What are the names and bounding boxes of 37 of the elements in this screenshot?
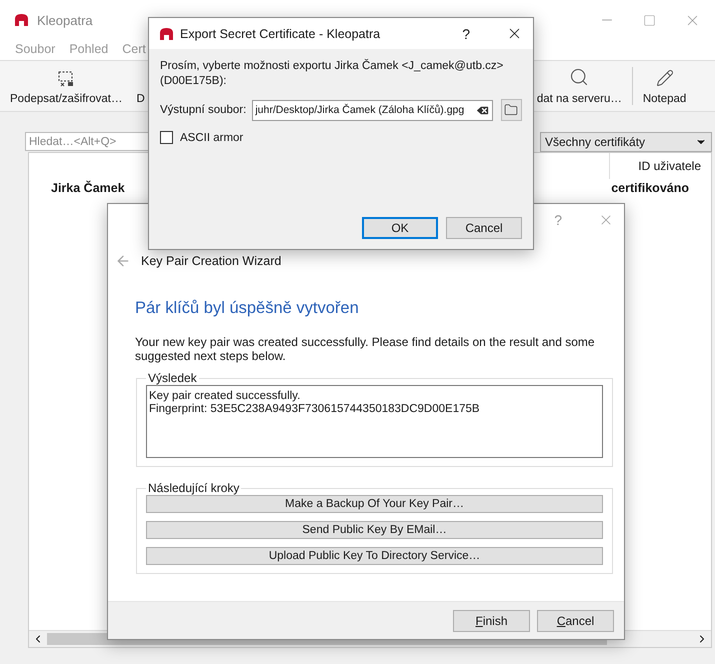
export-message: Prosím, vyberte možnosti exportu Jirka Čamek <J_camek@utb.cz> (D00E175B): [160, 59, 504, 89]
toolbar-button[interactable]: Notepad [638, 61, 690, 111]
footer-button[interactable]: Cancel [537, 610, 614, 632]
column-header[interactable]: ID uživatele [609, 153, 701, 179]
step-button[interactable]: Make a Backup Of Your Key Pair… [146, 495, 603, 513]
search-field[interactable]: Hledat…<Alt+Q> [25, 132, 150, 151]
step-button[interactable]: Upload Public Key To Directory Service… [146, 547, 603, 565]
help-button[interactable]: ? [462, 26, 470, 42]
result-text-area[interactable]: Key pair created successfully. Fingerprint: 53E5C238A9493F730615744350183DC9D00E175B [146, 385, 603, 458]
filter-dropdown[interactable]: Všechny certifikáty [540, 132, 712, 152]
step-button[interactable]: Send Public Key By EMail… [146, 521, 603, 539]
page-heading: Pár klíčů byl úspěšně vytvořen [135, 299, 360, 318]
group-title: Následující kroky [147, 481, 240, 495]
window-title: Kleopatra [37, 12, 93, 28]
group-title: Výsledek [147, 371, 198, 385]
search-icon [569, 67, 590, 87]
intro-text: Your new key pair was created successfully. Please find details on the result and some suggested next steps below. [135, 335, 596, 363]
browse-button[interactable] [500, 99, 522, 121]
checkbox-label: ASCII armor [180, 132, 244, 144]
field-label: Výstupní soubor: [160, 104, 246, 116]
app-logo-icon [14, 13, 29, 27]
folder-icon [504, 103, 518, 117]
toolbar-button[interactable]: dat na serveru… [532, 61, 626, 111]
dialog-title: Export Secret Certificate - Kleopatra [180, 26, 380, 40]
ascii-armor-checkbox[interactable] [160, 131, 173, 144]
toolbar-button[interactable]: D [132, 61, 149, 111]
app-logo-icon [159, 26, 174, 40]
sign-lock-icon [57, 71, 76, 87]
footer-button[interactable]: Finish [453, 610, 530, 632]
wizard-title: Key Pair Creation Wizard [141, 254, 282, 268]
dialog-button[interactable]: Cancel [446, 217, 522, 239]
pencil-icon [656, 69, 674, 87]
output-file-field[interactable]: juhr/Desktop/Jirka Čamek (Záloha Klíčů).gpg [252, 100, 493, 120]
dialog-button[interactable]: OK [362, 217, 438, 239]
table-cell: Jirka Čamek [51, 181, 125, 195]
table-cell: certifikováno [611, 181, 689, 195]
toolbar-button[interactable]: Podepsat/zašifrovat… [6, 61, 127, 111]
